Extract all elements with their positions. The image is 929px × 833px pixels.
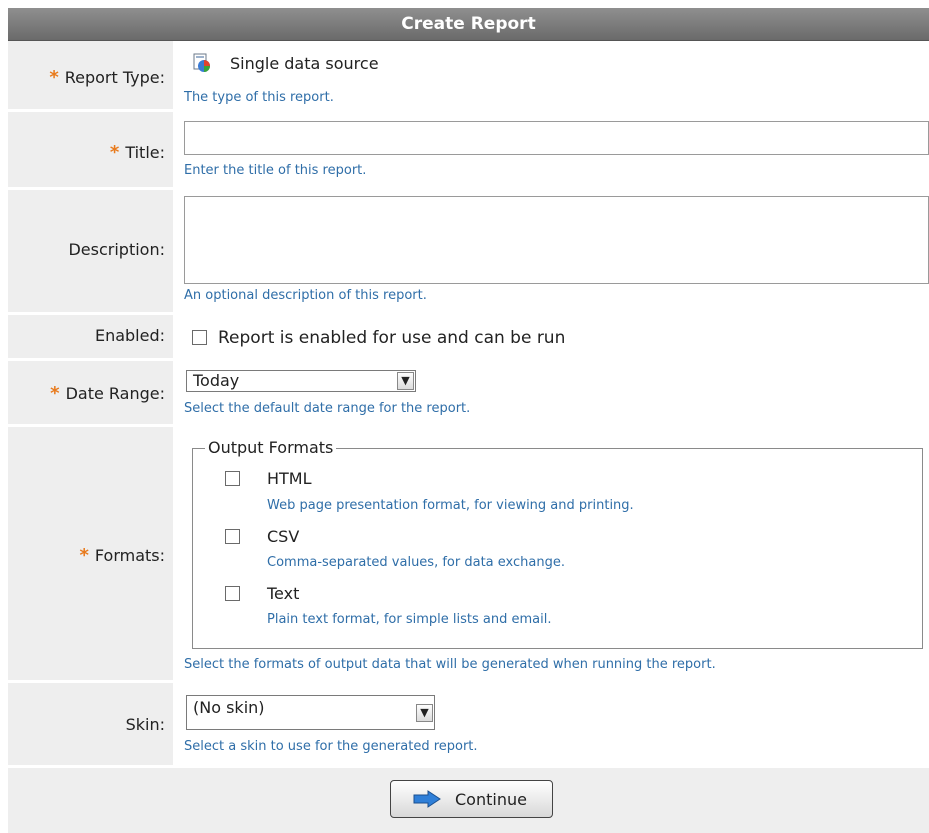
create-report-form: Create Report * Report Type: Single data … xyxy=(0,0,929,833)
enabled-row: Enabled: Report is enabled for use and c… xyxy=(8,315,929,358)
report-type-label: Report Type: xyxy=(64,68,165,87)
skin-label: Skin: xyxy=(125,715,165,734)
report-type-label-cell: * Report Type: xyxy=(8,41,176,109)
format-html-desc: Web page presentation format, for viewin… xyxy=(267,498,634,513)
format-text-desc: Plain text format, for simple lists and … xyxy=(267,612,552,627)
report-type-value: Single data source xyxy=(230,54,379,73)
chevron-down-icon[interactable]: ▼ xyxy=(397,372,414,390)
required-star: * xyxy=(49,67,59,88)
description-hint: An optional description of this report. xyxy=(184,288,427,303)
format-html-checkbox[interactable] xyxy=(225,471,240,486)
date-range-selected: Today xyxy=(193,371,240,390)
output-formats-legend: Output Formats xyxy=(205,438,337,457)
formats-row: * Formats: Output Formats HTML Web page p… xyxy=(8,427,929,680)
format-text-label[interactable]: Text xyxy=(267,584,299,603)
arrow-right-icon xyxy=(413,790,441,812)
report-type-hint: The type of this report. xyxy=(184,90,334,105)
format-csv-desc: Comma-separated values, for data exchang… xyxy=(267,555,565,570)
description-label: Description: xyxy=(68,240,165,259)
form-title: Create Report xyxy=(401,14,536,34)
date-range-row: * Date Range: Today ▼ Select the default … xyxy=(8,361,929,424)
continue-button[interactable]: Continue xyxy=(390,780,553,818)
report-pie-chart-icon xyxy=(192,53,212,73)
skin-selected: (No skin) xyxy=(193,698,265,717)
report-type-field: Single data source The type of this repo… xyxy=(184,41,929,109)
continue-button-label: Continue xyxy=(455,790,527,809)
formats-hint: Select the formats of output data that w… xyxy=(184,657,716,672)
output-formats-fieldset: Output Formats HTML Web page presentatio… xyxy=(192,438,923,649)
title-row: * Title: Enter the title of this report. xyxy=(8,112,929,187)
description-textarea[interactable] xyxy=(184,196,929,284)
enabled-label: Enabled: xyxy=(94,326,165,345)
skin-select[interactable]: (No skin) ▼ xyxy=(186,695,435,730)
format-csv-label[interactable]: CSV xyxy=(267,527,299,546)
form-header: Create Report xyxy=(8,8,929,41)
skin-row: Skin: (No skin) ▼ Select a skin to use f… xyxy=(8,683,929,765)
format-text-checkbox[interactable] xyxy=(225,586,240,601)
formats-label: Formats: xyxy=(94,546,165,565)
skin-hint: Select a skin to use for the generated r… xyxy=(184,739,478,754)
chevron-down-icon[interactable]: ▼ xyxy=(416,704,433,722)
required-star: * xyxy=(50,383,60,404)
date-range-label: Date Range: xyxy=(65,384,165,403)
description-row: Description: An optional description of … xyxy=(8,190,929,312)
title-hint: Enter the title of this report. xyxy=(184,163,367,178)
title-label: Title: xyxy=(125,143,165,162)
date-range-hint: Select the default date range for the re… xyxy=(184,401,471,416)
report-type-row: * Report Type: Single data source The typ… xyxy=(8,41,929,109)
date-range-select[interactable]: Today ▼ xyxy=(186,370,416,392)
format-html-label[interactable]: HTML xyxy=(267,469,312,488)
title-input[interactable] xyxy=(184,121,929,155)
format-csv-checkbox[interactable] xyxy=(225,529,240,544)
enabled-checkbox-label[interactable]: Report is enabled for use and can be run xyxy=(218,328,565,348)
required-star: * xyxy=(109,142,120,163)
enabled-checkbox[interactable] xyxy=(192,330,207,345)
required-star: * xyxy=(79,545,89,566)
